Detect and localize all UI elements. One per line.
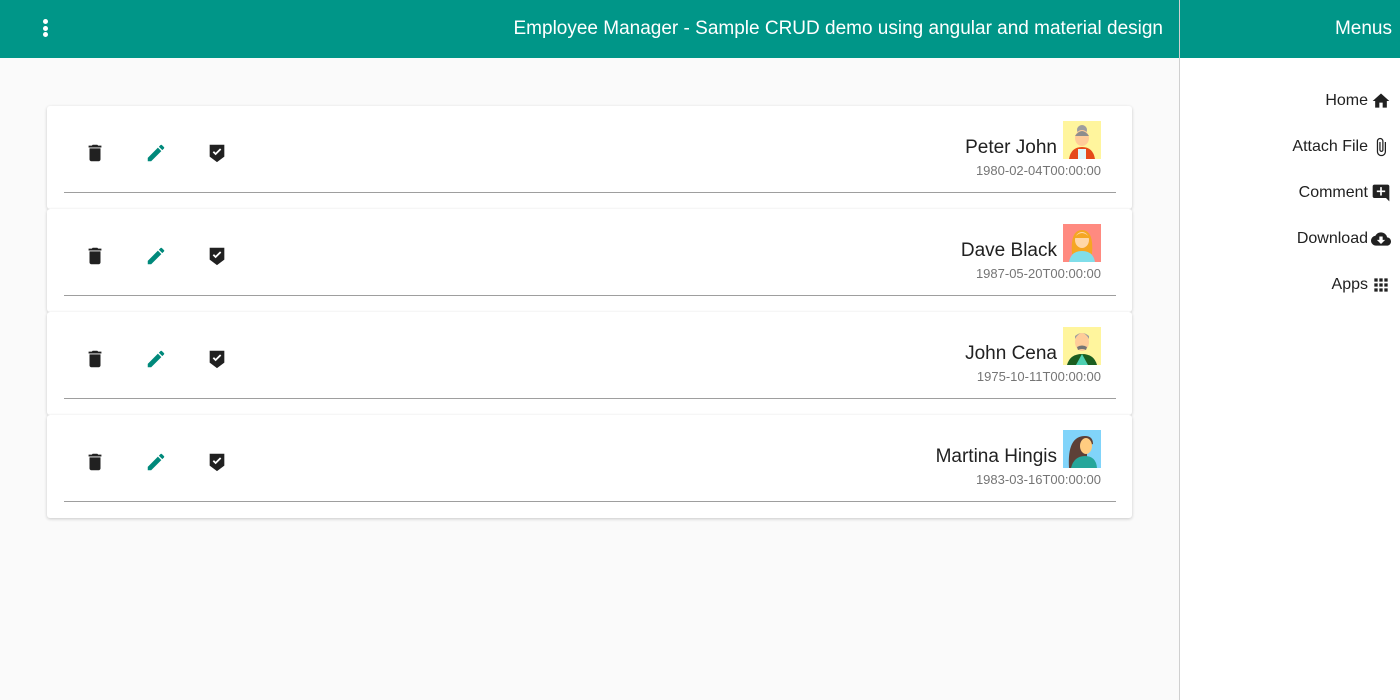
delete-icon [88,350,102,368]
menu-item-comment[interactable]: Comment [1180,170,1400,216]
edit-button[interactable] [144,244,168,268]
delete-button[interactable] [83,141,107,165]
top-toolbar: Employee Manager - Sample CRUD demo usin… [0,0,1179,58]
attach-file-icon [1370,136,1392,158]
cloud-download-icon [1370,228,1392,250]
sidenav-header: Menus [1180,0,1400,58]
verify-button[interactable] [205,141,229,165]
employee-dob: 1987-05-20T00:00:00 [975,266,1101,281]
employee-name: Martina Hingis [935,446,1057,467]
divider [64,501,1116,502]
app-title: Employee Manager - Sample CRUD demo usin… [513,18,1164,39]
verify-button[interactable] [205,244,229,268]
edit-button[interactable] [144,450,168,474]
sidenav-title: Menus [1334,18,1392,39]
menu-item-label: Attach File [1292,138,1368,155]
employee-card: Martina Hingis 1983-03-16T00:00:00 [47,415,1132,518]
menu-item-attach-file[interactable]: Attach File [1180,124,1400,170]
verified-shield-icon [209,350,225,369]
employee-name: Dave Black [960,240,1057,261]
verified-shield-icon [209,144,225,163]
divider [64,192,1116,193]
menu-item-download[interactable]: Download [1180,216,1400,262]
edit-icon [147,350,165,368]
menu-item-home[interactable]: Home [1180,78,1400,124]
add-comment-icon [1370,182,1392,204]
edit-icon [147,144,165,162]
delete-icon [88,453,102,471]
edit-button[interactable] [144,347,168,371]
delete-button[interactable] [83,450,107,474]
employee-card: Peter John 1980-02-04T00:00:00 [47,106,1132,209]
edit-icon [147,453,165,471]
employee-card: John Cena 1975-10-11T00:00:00 [47,312,1132,415]
menu-item-label: Comment [1298,184,1368,201]
menu-item-label: Download [1296,230,1368,247]
verified-shield-icon [209,453,225,472]
menu-item-label: Home [1325,92,1368,109]
apps-icon [1370,274,1392,296]
delete-icon [88,247,102,265]
delete-button[interactable] [83,244,107,268]
sidenav: Menus Home Attach File Comment Download … [1179,0,1400,700]
verified-shield-icon [209,247,225,266]
blonde-woman-avatar [1063,224,1101,262]
employee-name: Peter John [965,137,1057,158]
menu-item-apps[interactable]: Apps [1180,262,1400,308]
employee-card: Dave Black 1987-05-20T00:00:00 [47,209,1132,312]
more-vert-icon[interactable] [40,19,50,39]
elderly-man-avatar [1063,327,1101,365]
delete-button[interactable] [83,347,107,371]
menu-list: Home Attach File Comment Download Apps [1180,58,1400,308]
employee-dob: 1980-02-04T00:00:00 [975,163,1101,178]
edit-button[interactable] [144,141,168,165]
employee-list: Peter John 1980-02-04T00:00:00 Dave Blac… [47,106,1132,518]
edit-icon [147,247,165,265]
employee-dob: 1975-10-11T00:00:00 [976,369,1101,384]
employee-dob: 1983-03-16T00:00:00 [975,472,1101,487]
divider [64,295,1116,296]
menu-item-label: Apps [1331,276,1368,293]
delete-icon [88,144,102,162]
divider [64,398,1116,399]
brunette-woman-avatar [1063,430,1101,468]
verify-button[interactable] [205,347,229,371]
employee-name: John Cena [965,343,1057,364]
verify-button[interactable] [205,450,229,474]
elderly-woman-avatar [1063,121,1101,159]
home-icon [1370,90,1392,112]
